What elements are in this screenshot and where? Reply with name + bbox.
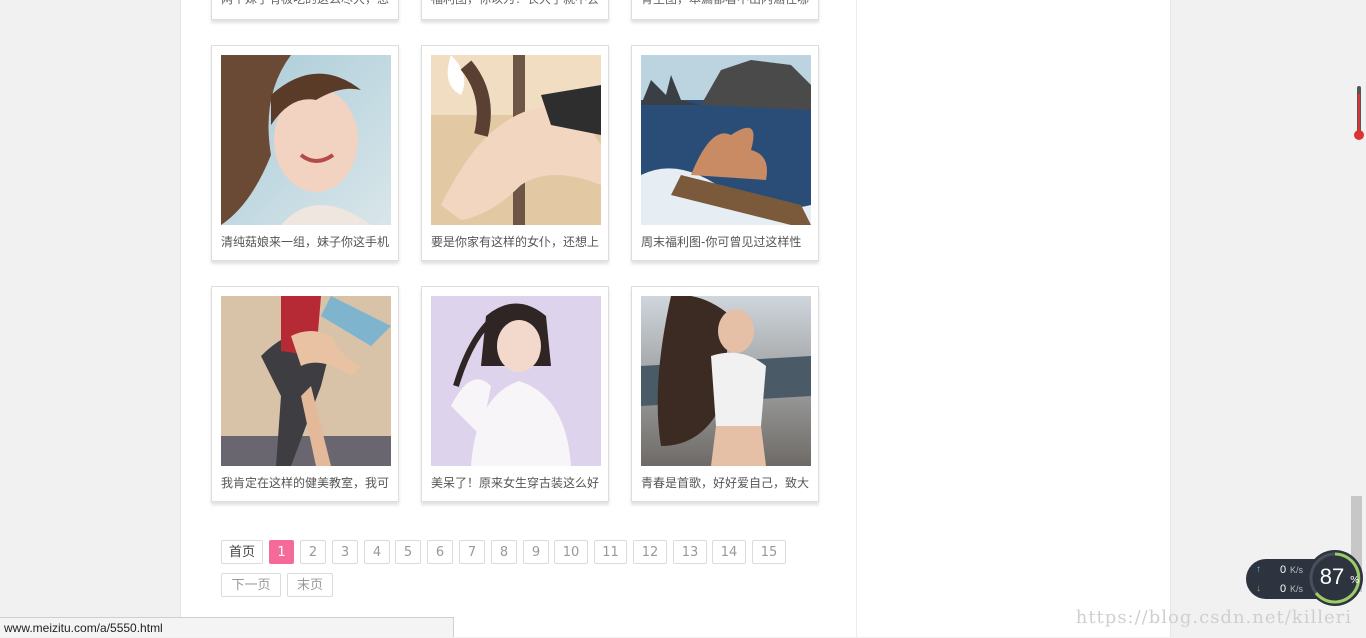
memory-gauge[interactable]: 87 % — [1306, 549, 1364, 607]
thermometer-icon — [1352, 84, 1366, 144]
card-caption[interactable]: 福利图，你以为！长大了就不会 — [431, 0, 603, 11]
pagination-page-2[interactable]: 2 — [300, 540, 326, 564]
card-thumbnail[interactable] — [641, 296, 811, 466]
card-caption[interactable]: 我肯定在这样的健美教室，我可 — [221, 473, 393, 493]
card-caption[interactable]: 美呆了！原来女生穿古装这么好 — [431, 473, 603, 493]
browser-status-url: www.meizitu.com/a/5550.html — [0, 617, 454, 637]
pagination-page-7[interactable]: 7 — [459, 540, 485, 564]
pagination-page-6[interactable]: 6 — [427, 540, 453, 564]
gallery-card[interactable]: 青春是首歌，好好爱自己，致大 — [631, 286, 819, 502]
pagination-page-15[interactable]: 15 — [752, 540, 786, 564]
pagination-page-4[interactable]: 4 — [364, 540, 390, 564]
card-thumbnail[interactable] — [221, 55, 391, 225]
upload-unit: K/s — [1290, 565, 1304, 575]
pagination-page-10[interactable]: 10 — [554, 540, 588, 564]
pagination-page-8[interactable]: 8 — [491, 540, 517, 564]
pagination-page-14[interactable]: 14 — [712, 540, 746, 564]
pagination-page-5[interactable]: 5 — [395, 540, 421, 564]
card-caption[interactable]: 青春是首歌，好好爱自己，致大 — [641, 473, 813, 493]
pagination-page-12[interactable]: 12 — [633, 540, 667, 564]
pagination-page-11[interactable]: 11 — [594, 540, 627, 564]
pagination-next-button[interactable]: 下一页 — [221, 573, 281, 597]
card-thumbnail[interactable] — [641, 55, 811, 225]
gallery-card[interactable]: 要是你家有这样的女仆，还想上 — [421, 45, 609, 261]
pagination-first-button[interactable]: 首页 — [221, 540, 263, 564]
card-caption[interactable]: 要是你家有这样的女仆，还想上 — [431, 232, 603, 252]
card-thumbnail[interactable] — [431, 55, 601, 225]
download-arrow-icon: ↓ — [1256, 583, 1261, 594]
card-thumbnail[interactable] — [221, 296, 391, 466]
download-unit: K/s — [1290, 584, 1304, 594]
watermark: https://blog.csdn.net/killeri — [1075, 607, 1352, 628]
page-container: 两个妹子有极吃的这么尽大，您 福利图，你以为！长大了就不会 青主图，本漏都看不出… — [180, 0, 1171, 637]
card-caption[interactable]: 清纯菇娘来一组，妹子你这手机 — [221, 232, 393, 252]
card-caption[interactable]: 周末福利图-你可曾见过这样性 — [641, 232, 813, 252]
gallery-card[interactable]: 周末福利图-你可曾见过这样性 — [631, 45, 819, 261]
gallery-card[interactable]: 福利图，你以为！长大了就不会 — [421, 0, 609, 20]
download-value: 0 — [1280, 583, 1287, 595]
card-caption[interactable]: 两个妹子有极吃的这么尽大，您 — [221, 0, 393, 11]
gauge-unit: % — [1350, 575, 1360, 586]
pagination-page-1[interactable]: 1 — [269, 540, 294, 564]
gallery-card[interactable]: 青主图，本漏都看不出内涵往哪 — [631, 0, 819, 20]
card-caption[interactable]: 青主图，本漏都看不出内涵往哪 — [641, 0, 813, 11]
upload-arrow-icon: ↑ — [1256, 564, 1261, 575]
gallery-card[interactable]: 美呆了！原来女生穿古装这么好 — [421, 286, 609, 502]
pagination-page-3[interactable]: 3 — [332, 540, 358, 564]
upload-value: 0 — [1280, 564, 1287, 576]
main-content: 两个妹子有极吃的这么尽大，您 福利图，你以为！长大了就不会 青主图，本漏都看不出… — [181, 0, 857, 637]
pagination-last-button[interactable]: 末页 — [287, 573, 333, 597]
card-thumbnail[interactable] — [431, 296, 601, 466]
pagination-page-9[interactable]: 9 — [523, 540, 549, 564]
gallery-card[interactable]: 两个妹子有极吃的这么尽大，您 — [211, 0, 399, 20]
pagination-page-13[interactable]: 13 — [673, 540, 707, 564]
gallery-card[interactable]: 清纯菇娘来一组，妹子你这手机 — [211, 45, 399, 261]
gallery-card[interactable]: 我肯定在这样的健美教室，我可 — [211, 286, 399, 502]
